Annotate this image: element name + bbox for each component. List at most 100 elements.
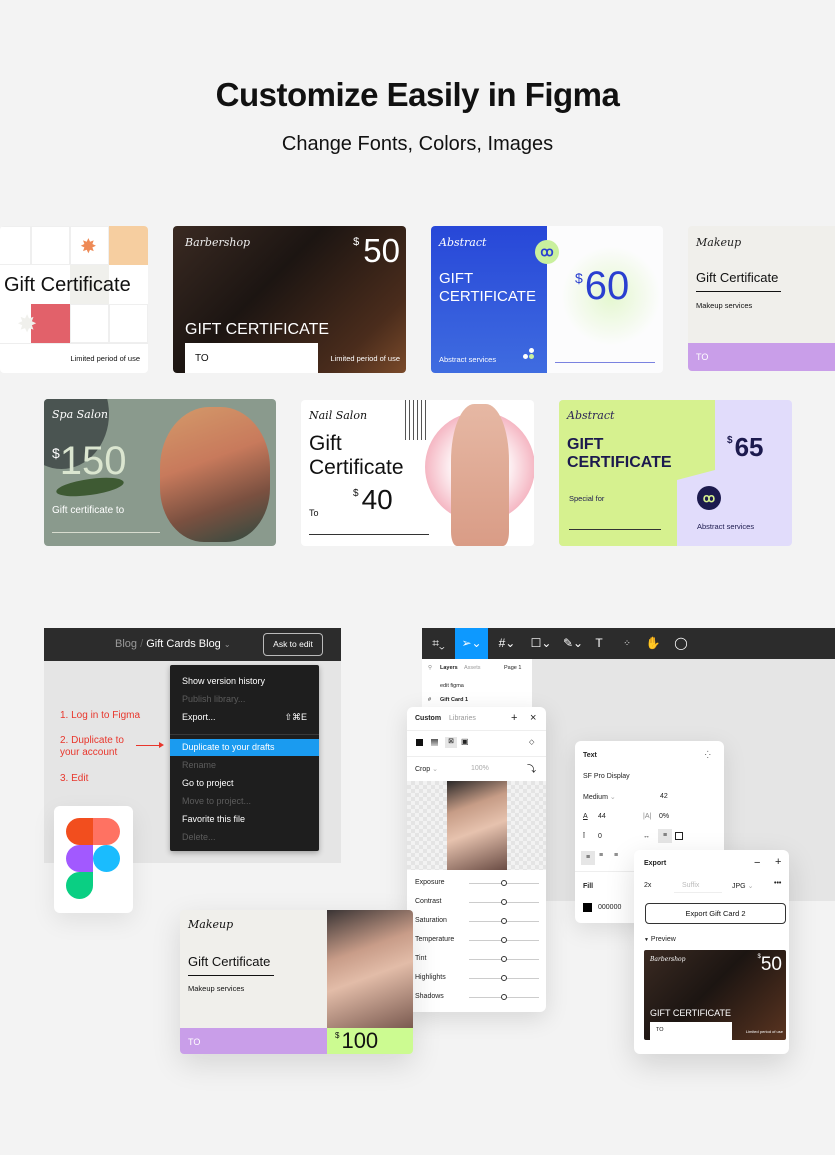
- opacity-value[interactable]: 100%: [471, 765, 489, 772]
- starburst-orange-icon: ✸: [80, 236, 97, 258]
- image-mode-select[interactable]: Crop ⌄: [415, 765, 438, 773]
- card-brand: Makeup: [696, 236, 742, 249]
- align-center-icon[interactable]: ≡: [599, 852, 603, 859]
- gradient-fill-icon[interactable]: [431, 739, 438, 746]
- menu-item-show-version-history[interactable]: Show version history: [170, 673, 319, 690]
- font-size-field[interactable]: 42: [660, 793, 668, 800]
- preview-toggle[interactable]: ▼ Preview: [644, 936, 676, 943]
- shortcut-label: ⇧⌘E: [284, 712, 307, 722]
- add-icon[interactable]: +: [511, 712, 517, 724]
- pen-tool-icon[interactable]: ✎⌄: [558, 628, 588, 659]
- suffix-input[interactable]: Suffix: [674, 882, 722, 893]
- line-height-field[interactable]: 44: [598, 813, 606, 820]
- card-note: Limited period of use: [330, 354, 400, 363]
- fixed-size-icon[interactable]: [675, 832, 683, 840]
- menu-item-delete: Delete...: [182, 832, 216, 842]
- gift-card-abstract-blue: Abstract GIFT CERTIFICATE Abstract servic…: [431, 226, 663, 373]
- menu-item-go-to-project[interactable]: Go to project: [170, 775, 319, 792]
- arrow-right-icon: [136, 742, 164, 748]
- export-button[interactable]: Export Gift Card 2: [645, 903, 786, 924]
- auto-width-icon[interactable]: ↔: [643, 833, 650, 840]
- ribbon-icon: ꝏ: [697, 486, 721, 510]
- close-icon[interactable]: ×: [530, 712, 536, 724]
- menu-item-move-to-project: Move to project...: [182, 796, 252, 806]
- card-title: Gift Certificate: [309, 432, 404, 479]
- rectangle-tool-icon[interactable]: ☐⌄: [526, 628, 556, 659]
- page-subtitle: Change Fonts, Colors, Images: [281, 133, 554, 155]
- video-fill-icon[interactable]: ▣: [461, 737, 469, 746]
- layer-item[interactable]: edit figma: [440, 683, 464, 689]
- letter-spacing-icon: |A|: [643, 813, 652, 820]
- more-options-icon[interactable]: •••: [774, 880, 781, 887]
- solid-fill-icon[interactable]: [416, 739, 423, 746]
- ask-to-edit-button[interactable]: Ask to edit: [263, 633, 323, 656]
- text-tool-icon[interactable]: T: [590, 628, 608, 659]
- slider-knob[interactable]: [501, 956, 507, 962]
- menu-item-export[interactable]: Export... ⇧⌘E: [170, 709, 319, 726]
- frame-tool-icon[interactable]: #⌄: [492, 628, 522, 659]
- auto-height-icon[interactable]: ≡: [658, 829, 672, 843]
- font-weight-select[interactable]: Medium ⌄: [583, 793, 616, 801]
- resources-icon[interactable]: ⁘: [618, 628, 636, 659]
- image-fill-panel: Custom Libraries + × ⊠ ▣ ◇ Crop ⌄ 100% ⤵…: [407, 707, 546, 1012]
- card-price: $50: [757, 954, 782, 975]
- fill-hex-field[interactable]: 000000: [598, 904, 621, 911]
- step-2: 2. Duplicate to your account: [60, 735, 124, 758]
- page-selector[interactable]: Page 1: [504, 665, 521, 671]
- spa-photo: [160, 407, 270, 542]
- slider-knob[interactable]: [501, 918, 507, 924]
- card-title: Gift Certificate: [188, 954, 271, 969]
- image-fill-icon[interactable]: ⊠: [445, 737, 457, 748]
- slider-knob[interactable]: [501, 899, 507, 905]
- portrait-photo: [447, 781, 507, 870]
- menu-item-publish-library: Publish library...: [182, 694, 246, 704]
- add-icon[interactable]: +: [775, 856, 781, 868]
- card-special-for: Special for: [569, 494, 605, 503]
- portrait-photo: [327, 910, 413, 1028]
- styles-icon[interactable]: ⁛: [705, 751, 711, 759]
- tab-libraries[interactable]: Libraries: [449, 715, 476, 722]
- fill-color-swatch[interactable]: [583, 903, 592, 912]
- figma-toolbar: ⌗⌄ ➢⌄ #⌄ ☐⌄ ✎⌄ T ⁘ ✋ ◯: [422, 628, 835, 659]
- card-brand: Abstract: [567, 409, 615, 422]
- move-tool-icon[interactable]: ➢⌄: [455, 628, 488, 659]
- figma-menu-icon[interactable]: ⌗⌄: [422, 628, 455, 659]
- tab-layers[interactable]: Layers: [440, 665, 458, 671]
- export-preview-card: Barbershop $50 GIFT CERTIFICATE TO Limit…: [644, 950, 786, 1040]
- amount: 50: [363, 232, 400, 269]
- figma-logo: [54, 806, 133, 913]
- adjustment-label: Contrast: [415, 898, 442, 905]
- layer-item[interactable]: Gift Card 1: [440, 697, 468, 703]
- tab-custom[interactable]: Custom: [415, 715, 441, 722]
- letter-spacing-field[interactable]: 0%: [659, 813, 669, 820]
- menu-item-favorite[interactable]: Favorite this file: [170, 811, 319, 828]
- card-title: GIFT CERTIFICATE: [185, 321, 330, 338]
- align-left-icon[interactable]: ≡: [581, 851, 595, 865]
- card-brand: Barbershop: [185, 236, 251, 249]
- comment-icon[interactable]: ◯: [672, 628, 690, 659]
- step-1: 1. Log in to Figma: [60, 710, 141, 721]
- font-family-field[interactable]: SF Pro Display: [583, 773, 630, 780]
- blend-mode-icon[interactable]: ◇: [529, 738, 534, 746]
- remove-icon[interactable]: −: [754, 857, 760, 869]
- card-title: Gift Certificate: [4, 274, 131, 296]
- menu-item-duplicate-to-drafts[interactable]: Duplicate to your drafts: [170, 739, 319, 756]
- breadcrumb[interactable]: Blog / Gift Cards Blog ⌄: [115, 638, 231, 650]
- tab-assets[interactable]: Assets: [464, 665, 481, 671]
- card-to-field: TO: [180, 1028, 327, 1054]
- export-scale-select[interactable]: 2x: [644, 882, 651, 889]
- gift-card-barbershop: Barbershop $50 GIFT CERTIFICATE TO Limit…: [173, 226, 406, 373]
- hand-tool-icon[interactable]: ✋: [644, 628, 662, 659]
- card-services: Abstract services: [697, 522, 755, 531]
- slider-knob[interactable]: [501, 975, 507, 981]
- export-format-select[interactable]: JPG ⌄: [732, 882, 753, 890]
- card-brand: Abstract: [439, 236, 487, 249]
- paragraph-spacing-field[interactable]: 0: [598, 833, 602, 840]
- slider-knob[interactable]: [501, 994, 507, 1000]
- gift-card-spa: Spa Salon $150 Gift certificate to: [44, 399, 276, 546]
- rotate-icon[interactable]: ⤵: [527, 762, 536, 775]
- slider-knob[interactable]: [501, 937, 507, 943]
- slider-knob[interactable]: [501, 880, 507, 886]
- adjustment-label: Tint: [415, 955, 427, 962]
- align-right-icon[interactable]: ≡: [614, 852, 618, 859]
